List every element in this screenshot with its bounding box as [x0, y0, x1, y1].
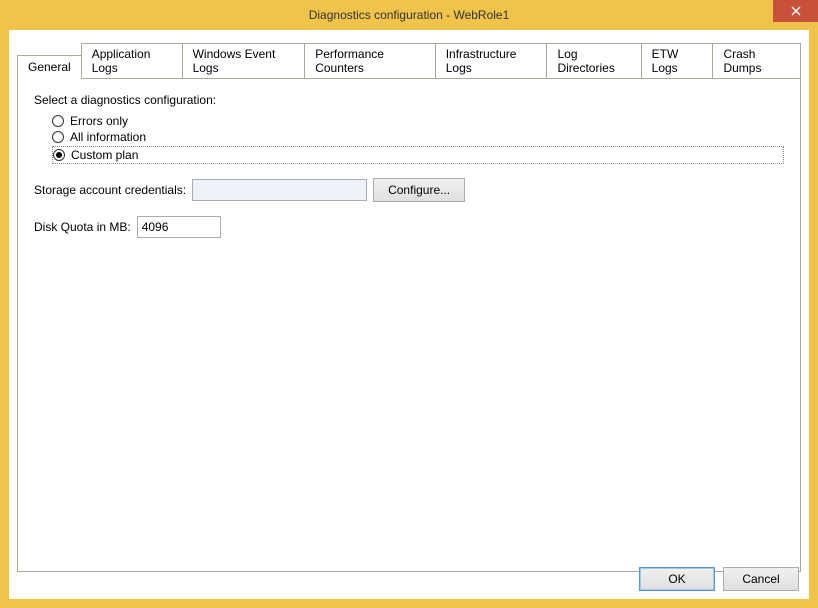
tab-general[interactable]: General	[17, 55, 82, 79]
radio-all-information[interactable]: All information	[52, 129, 784, 145]
radio-icon	[53, 149, 65, 161]
close-icon	[791, 6, 801, 16]
client-area: General Application Logs Windows Event L…	[9, 30, 809, 599]
disk-quota-input[interactable]	[137, 216, 221, 238]
close-button[interactable]	[773, 0, 818, 22]
radio-label: Custom plan	[71, 148, 138, 162]
tab-performance-counters[interactable]: Performance Counters	[304, 43, 436, 79]
radio-custom-plan[interactable]: Custom plan	[52, 146, 784, 164]
cancel-button[interactable]: Cancel	[723, 567, 799, 591]
tab-crash-dumps[interactable]: Crash Dumps	[712, 43, 801, 79]
tab-windows-event-logs[interactable]: Windows Event Logs	[182, 43, 306, 79]
radio-errors-only[interactable]: Errors only	[52, 113, 784, 129]
storage-credentials-input[interactable]	[192, 179, 367, 201]
radio-label: Errors only	[70, 114, 128, 128]
disk-quota-label: Disk Quota in MB:	[34, 220, 131, 234]
radio-icon	[52, 131, 64, 143]
titlebar[interactable]: Diagnostics configuration - WebRole1	[0, 0, 818, 30]
dialog-window: Diagnostics configuration - WebRole1 Gen…	[0, 0, 818, 608]
ok-button[interactable]: OK	[639, 567, 715, 591]
tab-application-logs[interactable]: Application Logs	[81, 43, 183, 79]
tabpanel-general: Select a diagnostics configuration: Erro…	[17, 78, 801, 572]
radio-icon	[52, 115, 64, 127]
disk-quota-row: Disk Quota in MB:	[34, 216, 784, 238]
tab-log-directories[interactable]: Log Directories	[546, 43, 641, 79]
diagnostics-radio-group: Errors only All information Custom plan	[52, 113, 784, 164]
storage-credentials-label: Storage account credentials:	[34, 183, 186, 197]
radio-label: All information	[70, 130, 146, 144]
configure-button[interactable]: Configure...	[373, 178, 465, 202]
diagnostics-config-label: Select a diagnostics configuration:	[34, 93, 784, 107]
tabstrip: General Application Logs Windows Event L…	[9, 30, 809, 78]
storage-row: Storage account credentials: Configure..…	[34, 178, 784, 202]
dialog-buttons: OK Cancel	[639, 567, 799, 591]
tab-infrastructure-logs[interactable]: Infrastructure Logs	[435, 43, 548, 79]
tab-etw-logs[interactable]: ETW Logs	[641, 43, 714, 79]
window-title: Diagnostics configuration - WebRole1	[309, 8, 510, 22]
